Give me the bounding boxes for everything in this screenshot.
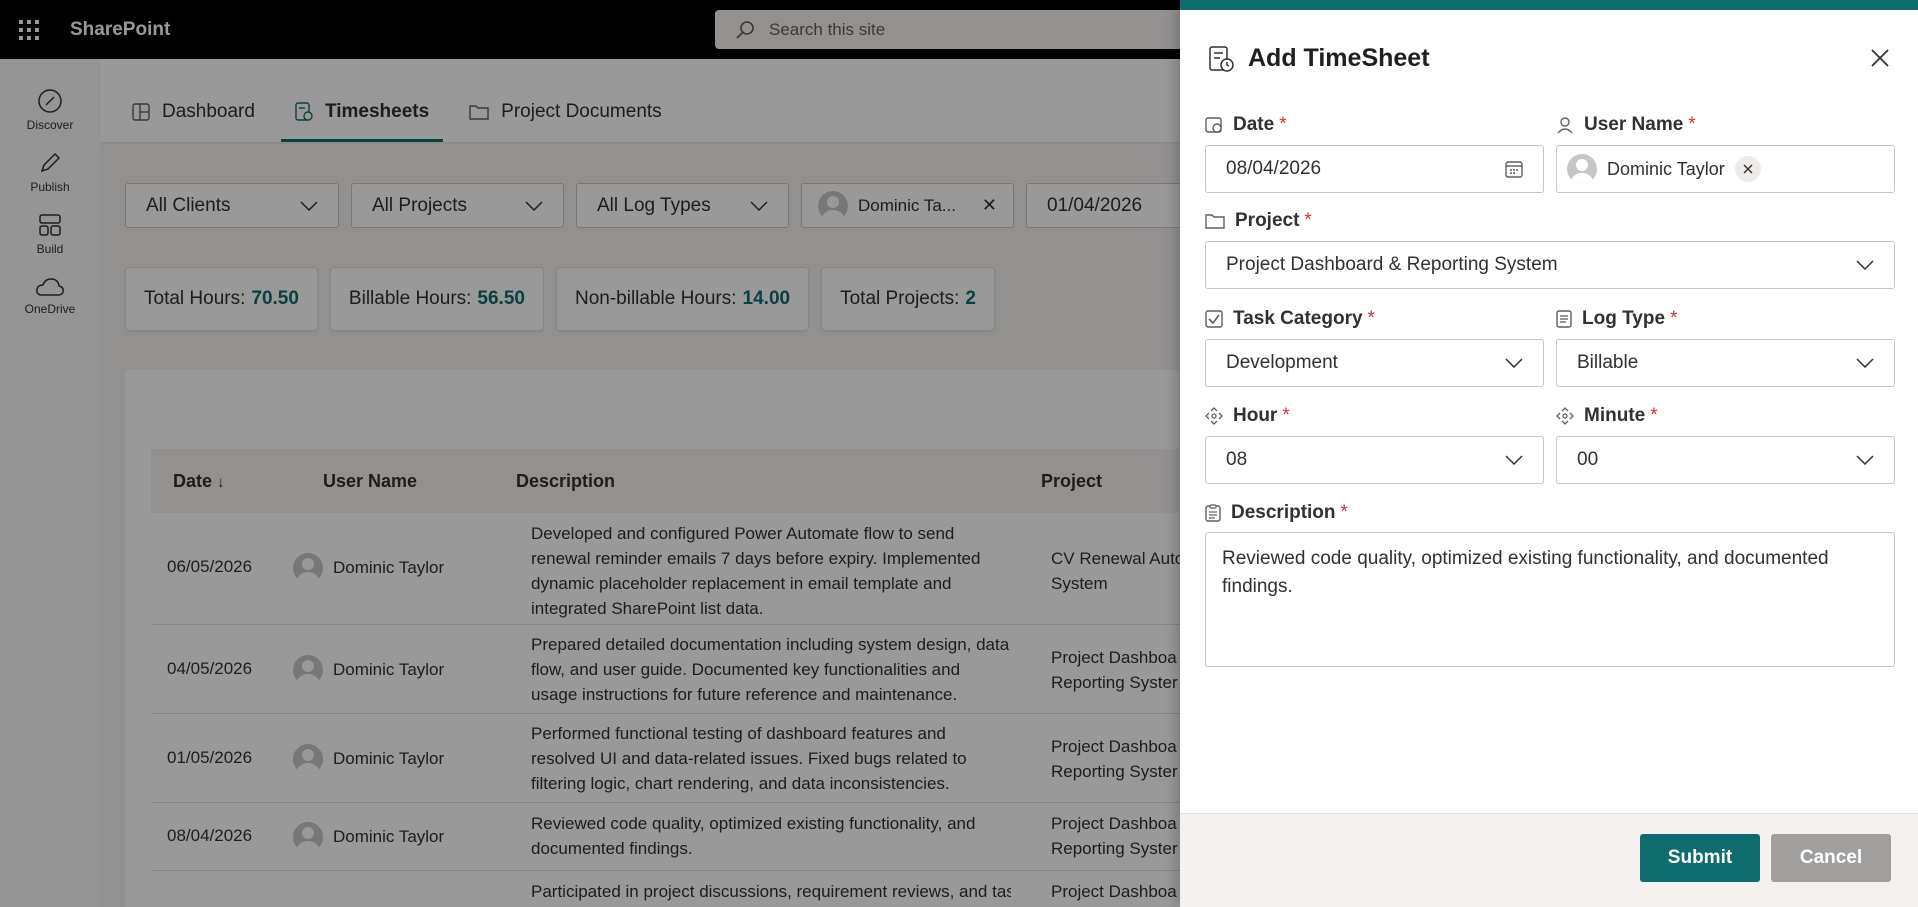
required-mark: * <box>1367 308 1375 329</box>
label-text: Project <box>1235 210 1300 231</box>
project-label: Project * <box>1205 210 1312 232</box>
chevron-down-icon <box>1505 455 1523 465</box>
required-mark: * <box>1688 114 1696 135</box>
avatar <box>1567 154 1597 184</box>
required-mark: * <box>1670 308 1678 329</box>
minute-dropdown[interactable]: 00 <box>1556 436 1895 484</box>
task-category-value: Development <box>1226 352 1338 373</box>
minute-value: 00 <box>1577 449 1599 470</box>
close-icon[interactable] <box>1870 48 1890 68</box>
calendar-clock-icon <box>1205 117 1222 133</box>
panel-title: Add TimeSheet <box>1248 44 1430 72</box>
chevron-down-icon <box>1856 455 1874 465</box>
date-field[interactable]: 08/04/2026 <box>1205 145 1544 193</box>
label-text: Date <box>1233 114 1275 135</box>
checkbox-icon <box>1205 310 1223 328</box>
project-value: Project Dashboard & Reporting System <box>1226 254 1558 275</box>
task-category-dropdown[interactable]: Development <box>1205 339 1544 387</box>
label-text: Minute <box>1584 405 1646 426</box>
required-mark: * <box>1340 502 1348 523</box>
submit-button[interactable]: Submit <box>1640 834 1760 882</box>
user-chip-name: Dominic Taylor <box>1607 158 1725 179</box>
document-icon <box>1556 310 1572 328</box>
user-name-label: User Name * <box>1556 114 1696 136</box>
label-text: Description <box>1231 502 1336 523</box>
date-label: Date * <box>1205 114 1287 136</box>
date-value: 08/04/2026 <box>1226 158 1322 179</box>
label-text: Task Category <box>1233 308 1363 329</box>
label-text: User Name <box>1584 114 1684 135</box>
panel-accent-bar <box>1180 0 1918 10</box>
chevron-down-icon <box>1856 358 1874 368</box>
user-name-picker[interactable]: Dominic Taylor <box>1556 145 1895 193</box>
minute-label: Minute * <box>1556 405 1658 427</box>
hour-value: 08 <box>1226 449 1248 470</box>
chevron-down-icon <box>1856 260 1874 270</box>
move-arrows-icon <box>1205 407 1223 425</box>
panel-footer: Submit Cancel <box>1180 813 1918 907</box>
clipboard-icon <box>1205 504 1221 522</box>
hour-label: Hour * <box>1205 405 1290 427</box>
task-category-label: Task Category * <box>1205 308 1375 330</box>
required-mark: * <box>1650 405 1658 426</box>
timesheet-icon <box>1209 45 1234 72</box>
label-text: Hour <box>1233 405 1278 426</box>
required-mark: * <box>1282 405 1290 426</box>
required-mark: * <box>1304 210 1312 231</box>
person-icon <box>1557 117 1573 134</box>
project-dropdown[interactable]: Project Dashboard & Reporting System <box>1205 241 1895 289</box>
user-chip: Dominic Taylor <box>1567 154 1761 184</box>
cancel-button[interactable]: Cancel <box>1771 834 1891 882</box>
log-type-dropdown[interactable]: Billable <box>1556 339 1895 387</box>
panel-header: Add TimeSheet <box>1208 44 1430 73</box>
hour-dropdown[interactable]: 08 <box>1205 436 1544 484</box>
label-text: Log Type <box>1582 308 1666 329</box>
modal-overlay[interactable] <box>0 0 1180 907</box>
description-label: Description * <box>1205 502 1348 524</box>
log-type-value: Billable <box>1577 352 1639 373</box>
move-arrows-icon <box>1556 407 1574 425</box>
folder-icon <box>1205 214 1225 229</box>
log-type-label: Log Type * <box>1556 308 1677 330</box>
chevron-down-icon <box>1505 358 1523 368</box>
add-timesheet-panel: Add TimeSheet Date * 08/04/2026 User Name… <box>1180 0 1918 907</box>
calendar-icon[interactable] <box>1505 160 1523 178</box>
required-mark: * <box>1279 114 1287 135</box>
description-textarea[interactable]: Reviewed code quality, optimized existin… <box>1205 532 1895 667</box>
remove-user-icon[interactable] <box>1734 156 1761 182</box>
